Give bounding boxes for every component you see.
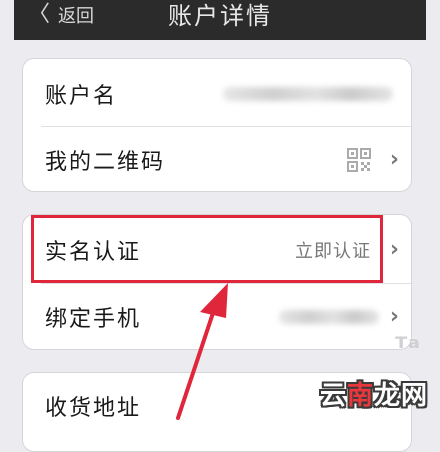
annotation-arrow xyxy=(176,283,228,420)
watermark-ghost-logo: ᵀᵃ xyxy=(395,331,420,364)
watermark-logo: 云南龙网 xyxy=(319,381,428,411)
